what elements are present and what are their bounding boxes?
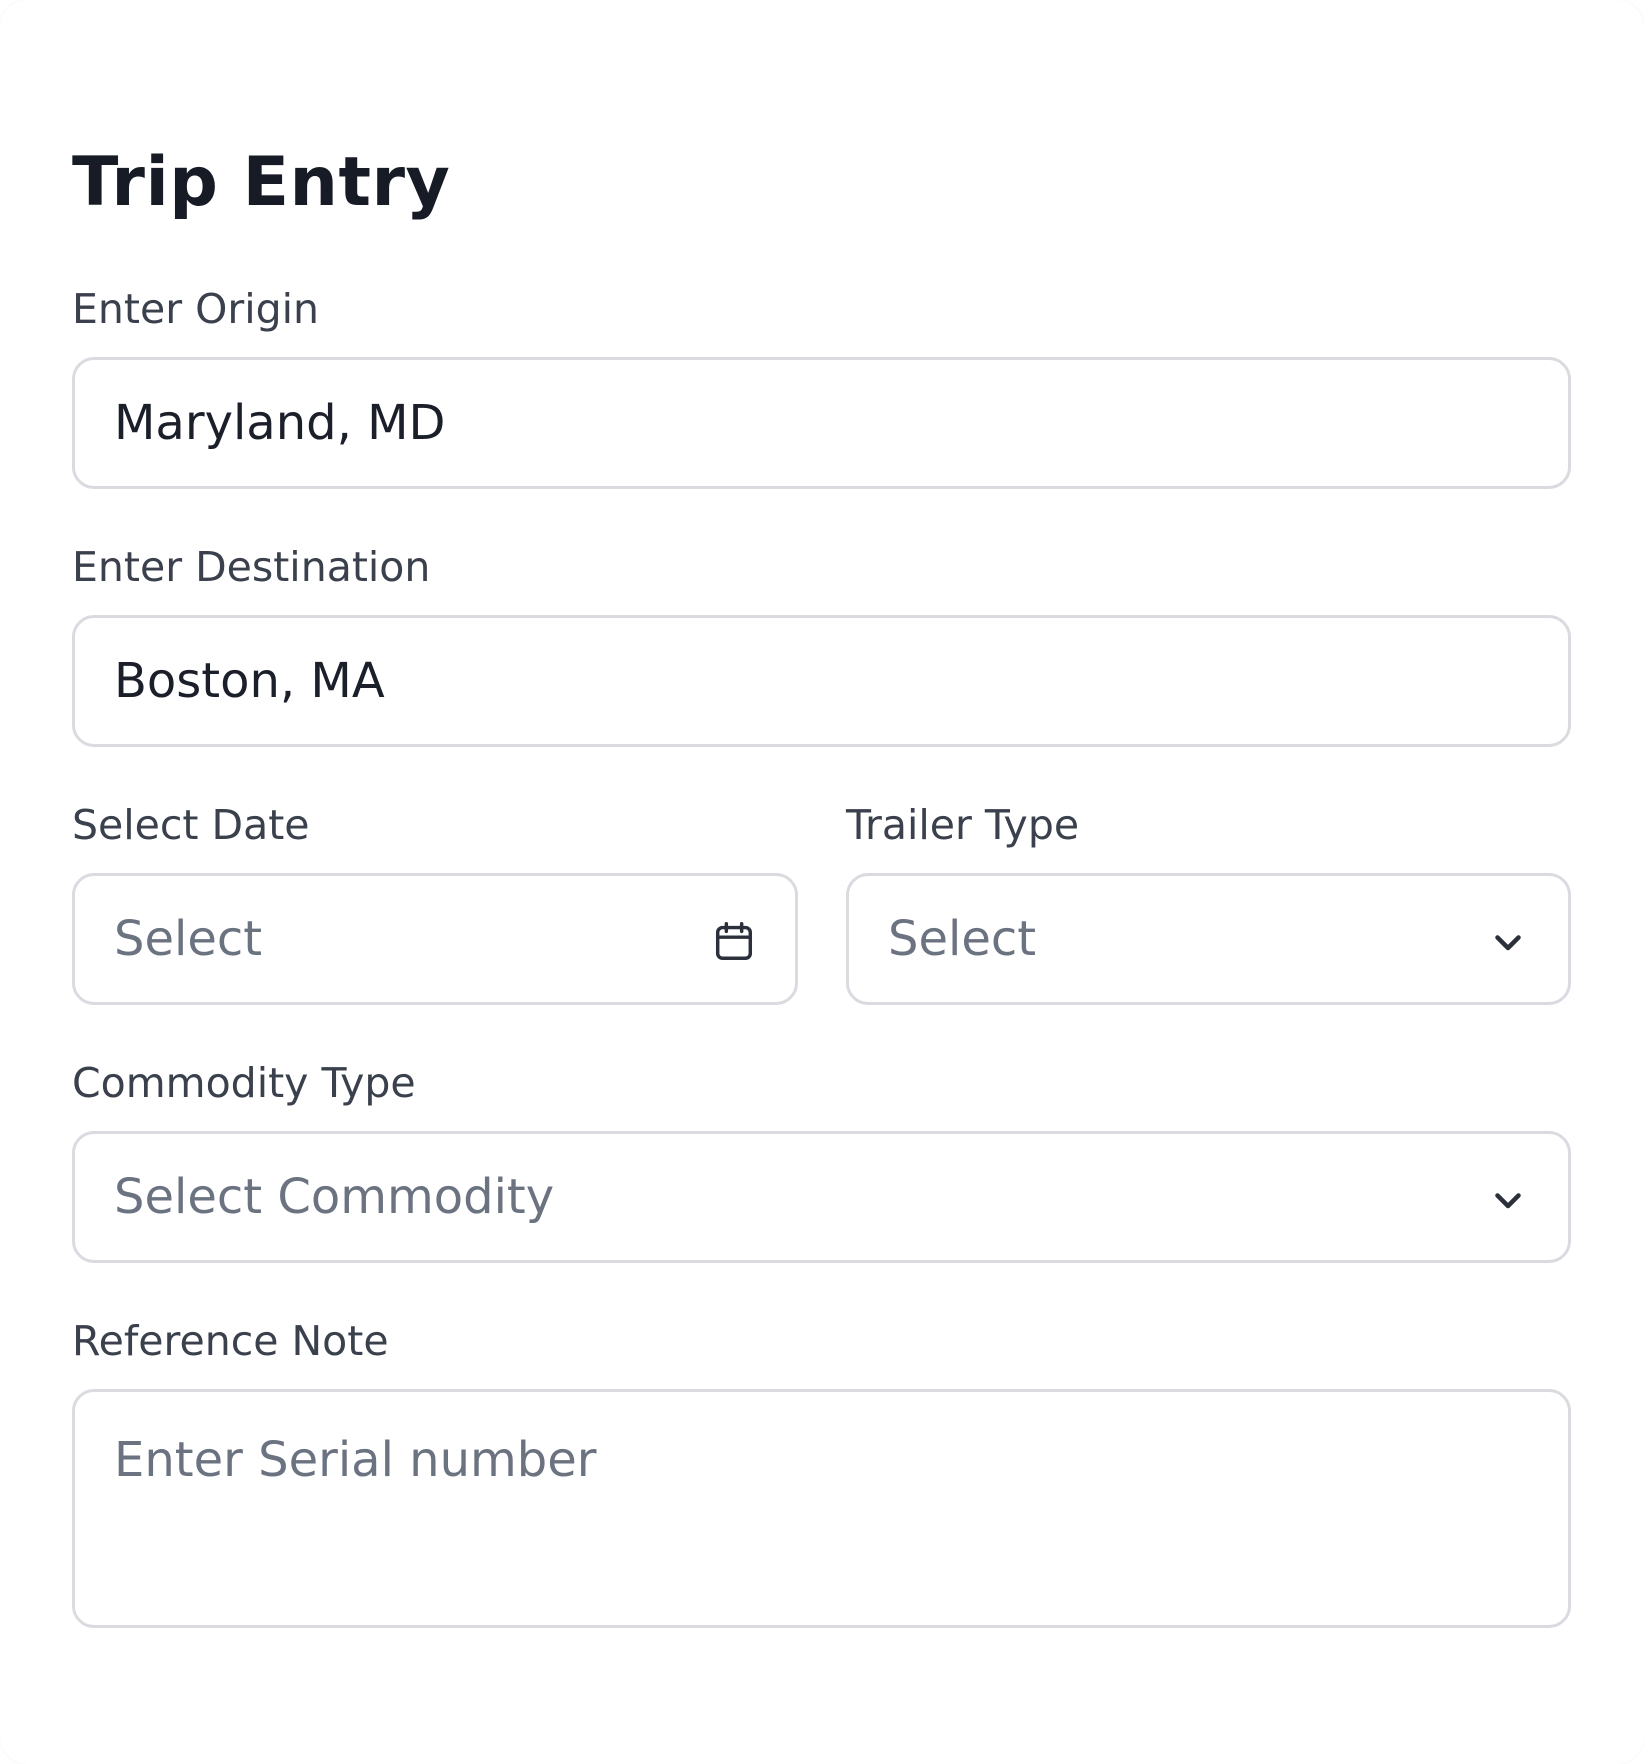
date-placeholder: Select — [114, 911, 263, 967]
reference-note-label: Reference Note — [72, 1317, 389, 1365]
commodity-type-placeholder: Select Commodity — [114, 1169, 555, 1225]
date-picker[interactable]: Select — [72, 873, 798, 1005]
calendar-icon[interactable] — [711, 918, 757, 964]
commodity-type-select[interactable]: Select Commodity — [72, 1131, 1571, 1263]
trip-entry-card: Trip Entry Enter Origin Maryland, MD Ent… — [0, 0, 1644, 1764]
chevron-down-icon — [1495, 1193, 1521, 1209]
origin-input[interactable]: Maryland, MD — [72, 357, 1571, 489]
trailer-type-label: Trailer Type — [846, 801, 1080, 849]
destination-label: Enter Destination — [72, 543, 431, 591]
reference-note-placeholder: Enter Serial number — [114, 1432, 597, 1488]
origin-value: Maryland, MD — [114, 395, 446, 451]
trailer-type-select[interactable]: Select — [846, 873, 1571, 1005]
origin-label: Enter Origin — [72, 285, 320, 333]
commodity-type-label: Commodity Type — [72, 1059, 416, 1107]
destination-value: Boston, MA — [114, 653, 385, 709]
chevron-down-icon — [1495, 935, 1521, 951]
trailer-type-placeholder: Select — [888, 911, 1037, 967]
date-label: Select Date — [72, 801, 310, 849]
destination-input[interactable]: Boston, MA — [72, 615, 1571, 747]
page-title: Trip Entry — [72, 143, 451, 222]
reference-note-textarea[interactable]: Enter Serial number — [72, 1389, 1571, 1628]
